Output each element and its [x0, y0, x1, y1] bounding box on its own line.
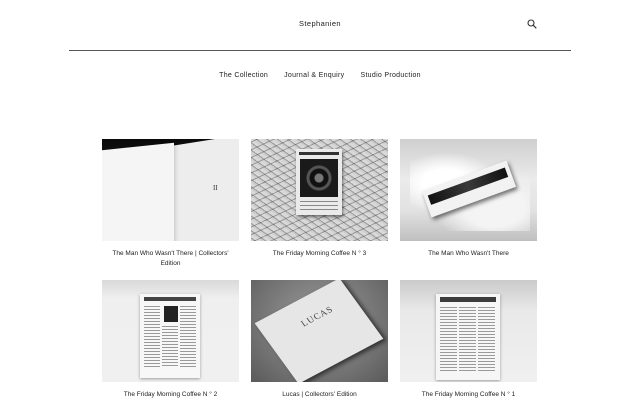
newspaper [140, 294, 200, 378]
site-title[interactable]: Stephanien [69, 19, 571, 28]
product-card-lucas-collectors[interactable]: LUCAS Lucas | Collectors' Edition [251, 280, 388, 412]
product-card-friday-morning-coffee-1[interactable]: The Friday Morning Coffee N ° 1 [400, 280, 537, 412]
product-image[interactable] [251, 139, 388, 241]
book-title-text: LUCAS [298, 303, 336, 329]
product-card-friday-morning-coffee-2[interactable]: The Friday Morning Coffee N ° 2 [102, 280, 239, 412]
product-grid: II The Man Who Wasn't There | Collectors… [102, 139, 537, 412]
newspaper [436, 294, 500, 380]
newspaper-column [162, 326, 178, 368]
search-button[interactable] [525, 17, 539, 31]
newspaper-column [440, 307, 457, 373]
search-icon [527, 19, 537, 29]
product-image[interactable] [102, 280, 239, 382]
product-caption[interactable]: The Friday Morning Coffee N ° 1 [400, 390, 537, 400]
newspaper-column [459, 307, 476, 373]
magazine-text-line [300, 205, 338, 206]
book-cover: LUCAS [254, 280, 384, 382]
product-card-man-who-wasnt-there[interactable]: The Man Who Wasn't There [400, 139, 537, 280]
newspaper-column [478, 307, 495, 373]
product-caption[interactable]: The Man Who Wasn't There [400, 249, 537, 259]
product-image[interactable]: LUCAS [251, 280, 388, 382]
nav-item-the-collection[interactable]: The Collection [219, 72, 268, 79]
product-image[interactable] [400, 280, 537, 382]
newspaper-column [180, 306, 196, 368]
magazine-text-line [300, 201, 338, 202]
product-caption[interactable]: The Man Who Wasn't There | Collectors' E… [102, 249, 239, 269]
magazine-photo [300, 159, 338, 197]
nav-item-studio-production[interactable]: Studio Production [360, 72, 420, 79]
page: Stephanien The Collection Journal & Enqu… [0, 0, 640, 412]
magazine-masthead [299, 152, 339, 155]
nav-item-journal-enquiry[interactable]: Journal & Enquiry [284, 72, 344, 79]
newspaper-masthead [440, 297, 496, 302]
product-image[interactable]: II [102, 139, 239, 241]
product-card-friday-morning-coffee-3[interactable]: The Friday Morning Coffee N ° 3 [251, 139, 388, 280]
book-page-left [102, 142, 174, 241]
book-page-right [170, 139, 239, 241]
magazine-text-line [300, 209, 338, 210]
main-nav: The Collection Journal & Enquiry Studio … [0, 72, 640, 79]
product-caption[interactable]: The Friday Morning Coffee N ° 3 [251, 249, 388, 259]
product-card-man-who-wasnt-there-collectors[interactable]: II The Man Who Wasn't There | Collectors… [102, 139, 239, 280]
product-caption[interactable]: The Friday Morning Coffee N ° 2 [102, 390, 239, 400]
newspaper-masthead [144, 297, 196, 301]
newspaper-photo [164, 306, 178, 322]
site-header: Stephanien [69, 0, 571, 51]
newspaper-column [144, 306, 160, 368]
product-caption[interactable]: Lucas | Collectors' Edition [251, 390, 388, 400]
product-image[interactable] [400, 139, 537, 241]
magazine-cover [296, 149, 342, 215]
book-page-numeral: II [213, 184, 218, 192]
